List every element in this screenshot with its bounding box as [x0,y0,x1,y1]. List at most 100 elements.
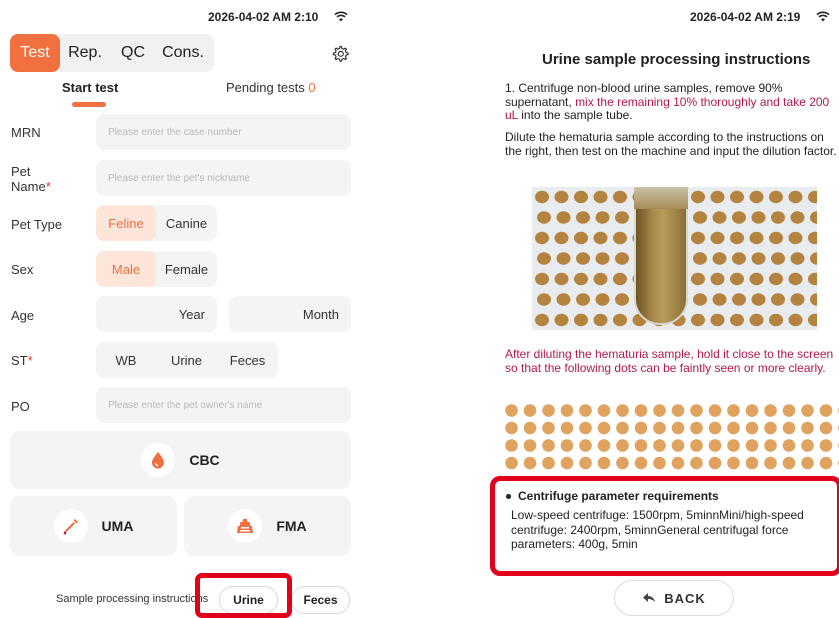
photo-dot [595,252,610,265]
option-wb[interactable]: WB [96,342,156,378]
test-dot [708,456,722,470]
photo-dot [691,190,705,204]
test-dot [523,456,537,470]
test-dot [560,404,574,417]
test-dot [505,456,518,470]
pet-name-label: Pet Name* [11,164,51,194]
test-dot [597,404,611,417]
status-time: 2026-04-02 AM 2:19 [690,10,801,24]
photo-dot [730,272,744,286]
test-dot [579,456,592,470]
photo-dot [710,272,725,286]
test-dot [523,404,537,417]
pending-count: 0 [308,80,316,95]
test-dot [801,456,814,470]
pending-tests-label: Pending tests [226,80,305,95]
photo-dot [712,211,727,224]
status-bar: 2026-04-02 AM 2:10 [208,10,348,25]
fma-card[interactable]: FMA [184,496,351,556]
photo-dot [749,190,764,204]
test-dot [708,439,722,452]
photo-dot [769,190,783,204]
tab-start-test[interactable]: Start test [62,80,118,95]
photo-dot [710,313,725,327]
test-dot [671,404,685,417]
photo-dot [710,190,725,204]
test-dot [634,404,648,417]
tab-qc[interactable]: QC [110,34,156,72]
tab-reports[interactable]: Rep. [60,34,110,72]
back-button[interactable]: BACK [614,580,734,616]
photo-dot [751,211,766,224]
age-year-input[interactable]: Year [96,296,217,332]
main-tabs: Test Rep. QC Cons. [10,34,214,72]
test-dot [745,439,759,452]
test-dot [690,456,703,470]
step-1-text: 1. Centrifuge non-blood urine samples, r… [505,81,830,122]
option-feline[interactable]: Feline [96,205,156,241]
mrn-input[interactable]: Please enter the case number [96,114,351,150]
photo-dot [574,272,588,286]
uma-label: UMA [101,518,134,534]
test-dot [819,439,833,452]
test-dot [560,439,574,452]
tab-test[interactable]: Test [10,34,60,72]
photo-dot [788,190,803,204]
pet-owner-input[interactable]: Please enter the pet owner's name [96,387,351,423]
photo-dot [554,190,569,204]
photo-dot [595,293,610,306]
photo-dot [710,231,725,245]
photo-dot [788,231,803,245]
test-dot [653,456,666,470]
photo-dot [751,293,766,306]
tab-pending-tests[interactable]: Pending tests 0 [226,80,316,95]
test-dot [616,421,629,435]
test-dot [505,421,518,435]
test-dot [523,439,537,452]
test-dot [819,456,833,470]
test-dot [653,404,666,417]
cbc-label: CBC [189,452,220,468]
st-label: ST* [11,353,33,368]
tab-consumables[interactable]: Cons. [156,34,210,72]
option-male[interactable]: Male [96,251,156,287]
photo-dot [615,293,629,306]
photo-dot [537,293,551,306]
test-dot [782,439,796,452]
photo-dot [554,272,569,286]
pet-name-input[interactable]: Please enter the pet's nickname [96,160,351,196]
option-canine[interactable]: Canine [156,205,217,241]
back-label: BACK [664,590,706,606]
test-dot [597,439,611,452]
feces-instructions-button[interactable]: Feces [291,586,350,614]
option-urine[interactable]: Urine [156,342,217,378]
photo-dot [537,252,551,265]
test-dot [653,439,666,452]
gear-icon[interactable] [331,45,349,63]
option-feces[interactable]: Feces [217,342,278,378]
status-bar: 2026-04-02 AM 2:19 [690,10,830,25]
test-dot [801,439,814,452]
test-dot [616,404,629,417]
pet-type-selector: Feline Canine [96,205,217,241]
cbc-card[interactable]: CBC [10,431,351,489]
test-dot [579,421,592,435]
uma-card[interactable]: UMA [10,496,177,556]
test-dot [634,456,648,470]
test-dot [764,456,777,470]
photo-dot [769,313,783,327]
photo-dot [749,313,764,327]
photo-dot [730,231,744,245]
test-dot [634,439,648,452]
photo-dot [554,231,569,245]
photo-dot [790,293,805,306]
test-dot [690,404,703,417]
photo-dot [771,211,785,224]
test-dot [579,404,592,417]
option-female[interactable]: Female [156,251,217,287]
photo-dot [576,211,590,224]
age-month-input[interactable]: Month [229,296,351,332]
photo-dot [613,313,627,327]
test-dot [542,421,555,435]
test-dot [727,439,740,452]
